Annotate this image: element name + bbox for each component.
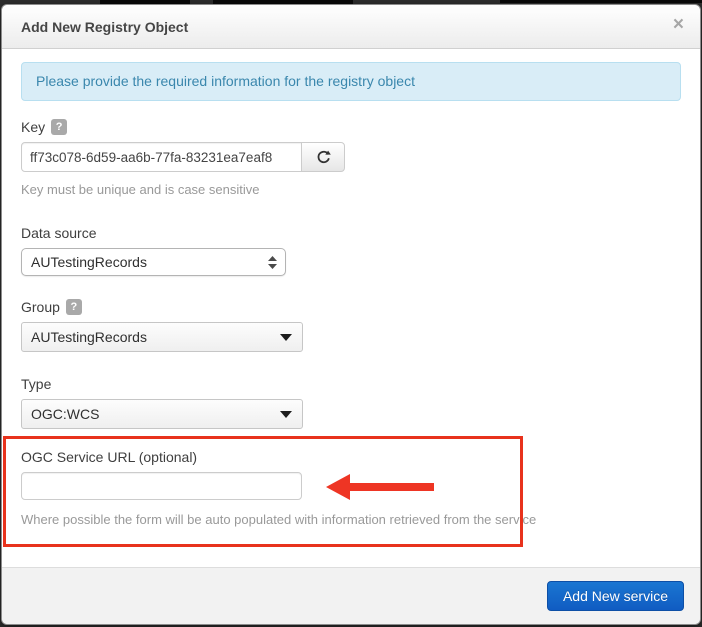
modal-footer: Add New service [2,567,700,624]
ogc-url-input[interactable] [21,472,302,500]
key-help-icon[interactable]: ? [51,119,68,135]
data-source-label-row: Data source [21,225,681,241]
type-label-row: Type [21,376,681,392]
modal-body: Please provide the required information … [2,49,700,527]
info-alert: Please provide the required information … [21,62,681,101]
add-registry-object-modal: Add New Registry Object × Please provide… [1,4,701,625]
group-help-icon[interactable]: ? [65,299,82,315]
modal-title: Add New Registry Object [21,18,189,35]
ogc-url-help-text: Where possible the form will be auto pop… [21,512,537,527]
data-source-label: Data source [21,225,97,241]
key-help-text: Key must be unique and is case sensitive [21,182,260,197]
group-form-group: Group ? AUTestingRecords [21,299,681,352]
modal-header: Add New Registry Object × [2,5,700,49]
data-source-select[interactable]: AUTestingRecords [21,248,286,276]
key-form-group: Key ? Key must be unique and is case sen… [21,119,681,197]
updown-arrows-icon [268,255,277,269]
regenerate-key-button[interactable] [301,142,345,172]
key-label: Key [21,119,46,135]
close-icon[interactable]: × [673,15,684,35]
type-form-group: Type OGC:WCS [21,376,681,429]
ogc-url-form-group: OGC Service URL (optional) Where possibl… [21,449,681,527]
data-source-form-group: Data source AUTestingRecords [21,225,681,276]
group-selected-value: AUTestingRecords [31,329,147,345]
type-label: Type [21,376,52,392]
ogc-url-label-row: OGC Service URL (optional) [21,449,681,465]
caret-down-icon [280,333,292,341]
group-label-row: Group ? [21,299,681,315]
add-new-service-button[interactable]: Add New service [546,581,684,611]
key-label-row: Key ? [21,119,681,135]
type-selected-value: OGC:WCS [31,406,100,422]
data-source-selected-value: AUTestingRecords [31,254,147,270]
backdrop-content [500,0,702,3]
info-alert-message: Please provide the required information … [36,73,415,89]
type-select[interactable]: OGC:WCS [21,399,303,429]
ogc-url-label: OGC Service URL (optional) [21,449,198,465]
caret-down-icon [280,410,292,418]
key-input[interactable] [21,142,302,172]
group-label: Group [21,299,60,315]
group-select[interactable]: AUTestingRecords [21,322,303,352]
key-input-group [21,142,345,172]
refresh-icon [316,150,331,165]
